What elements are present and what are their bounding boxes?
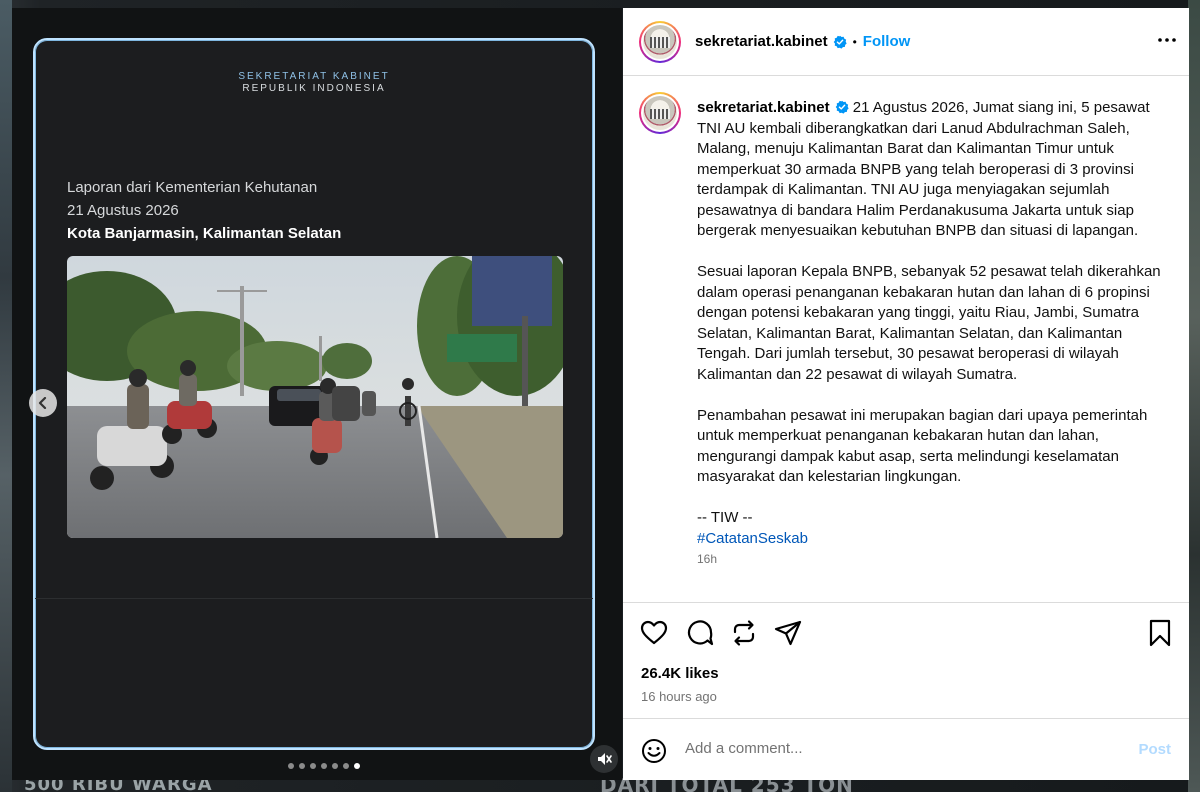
carousel-dots — [288, 763, 360, 769]
bookmark-icon[interactable] — [1145, 618, 1175, 648]
chevron-left-icon — [38, 397, 47, 409]
carousel-dot[interactable] — [332, 763, 338, 769]
media-panel: SEKRETARIAT KABINET REPUBLIK INDONESIA L… — [12, 8, 622, 780]
avatar[interactable] — [639, 20, 681, 63]
street-photo — [67, 256, 563, 538]
carousel-slide[interactable]: SEKRETARIAT KABINET REPUBLIK INDONESIA L… — [33, 38, 595, 750]
backdrop-text-left: 500 RIBU WARGA — [24, 778, 213, 792]
carousel-dot[interactable] — [310, 763, 316, 769]
carousel-prev-button[interactable] — [29, 389, 57, 417]
brand-line-2: REPUBLIK INDONESIA — [242, 83, 386, 94]
caption-body: sekretariat.kabinet 21 Agustus 2026, Jum… — [697, 98, 1167, 570]
caption-signature: -- TIW -- — [697, 509, 753, 526]
verified-badge-icon — [833, 35, 847, 49]
avatar-image — [643, 24, 677, 59]
backdrop-text-right: DARI TOTAL 253 TON — [600, 778, 854, 792]
post-detail-panel: sekretariat.kabinet • Follow sekretariat… — [623, 8, 1189, 780]
action-bar — [639, 618, 1173, 650]
post-time-ago: 16 hours ago — [641, 689, 717, 704]
caption-text-1: 21 Agustus 2026, Jumat siang ini, 5 pesa… — [697, 99, 1150, 239]
emoji-icon[interactable] — [641, 738, 667, 764]
verified-badge-icon — [835, 100, 849, 114]
carousel-dot[interactable] — [321, 763, 327, 769]
follow-button[interactable]: Follow — [863, 33, 911, 50]
brand-line-1: SEKRETARIAT KABINET — [238, 71, 390, 82]
header-separator: • — [852, 34, 857, 49]
slide-divider — [35, 598, 593, 599]
report-location: Kota Banjarmasin, Kalimantan Selatan — [67, 225, 342, 242]
hashtag-link[interactable]: #CatatanSeskab — [697, 529, 1167, 550]
carousel-dot[interactable] — [288, 763, 294, 769]
comment-bar: Post — [623, 718, 1189, 780]
backdrop-left-strip — [0, 0, 12, 792]
backdrop-right-strip — [1188, 0, 1200, 792]
carousel-dot-active[interactable] — [354, 763, 360, 769]
share-icon[interactable] — [773, 618, 803, 648]
comment-input[interactable] — [685, 740, 1105, 757]
actions-divider — [623, 602, 1189, 603]
caption-username[interactable]: sekretariat.kabinet — [697, 99, 830, 116]
speaker-muted-icon — [598, 753, 612, 765]
caption-paragraph-3: Penambahan pesawat ini merupakan bagian … — [697, 406, 1148, 486]
comment-icon[interactable] — [685, 618, 715, 648]
heart-icon[interactable] — [639, 618, 669, 648]
caption-timestamp: 16h — [697, 552, 718, 566]
caption-paragraph-1: sekretariat.kabinet 21 Agustus 2026, Jum… — [697, 98, 1167, 242]
report-title: Laporan dari Kementerian Kehutanan — [67, 179, 318, 196]
more-horizontal-icon[interactable] — [1157, 30, 1177, 50]
carousel-dot[interactable] — [343, 763, 349, 769]
caption-section: sekretariat.kabinet 21 Agustus 2026, Jum… — [639, 92, 1179, 602]
likes-count[interactable]: 26.4K likes — [641, 665, 719, 682]
mute-button[interactable] — [590, 745, 618, 773]
caption-paragraph-2: Sesuai laporan Kepala BNPB, sebanyak 52 … — [697, 263, 1161, 383]
report-heading: Laporan dari Kementerian Kehutanan 21 Ag… — [67, 176, 341, 245]
brand-header: SEKRETARIAT KABINET REPUBLIK INDONESIA — [35, 71, 593, 95]
avatar-image — [643, 96, 677, 130]
post-comment-button[interactable]: Post — [1138, 741, 1171, 758]
report-date: 21 Agustus 2026 — [67, 202, 179, 219]
post-header: sekretariat.kabinet • Follow — [623, 8, 1189, 76]
repost-icon[interactable] — [729, 618, 759, 648]
carousel-dot[interactable] — [299, 763, 305, 769]
username-link[interactable]: sekretariat.kabinet — [695, 33, 828, 50]
caption-avatar[interactable] — [639, 92, 681, 134]
